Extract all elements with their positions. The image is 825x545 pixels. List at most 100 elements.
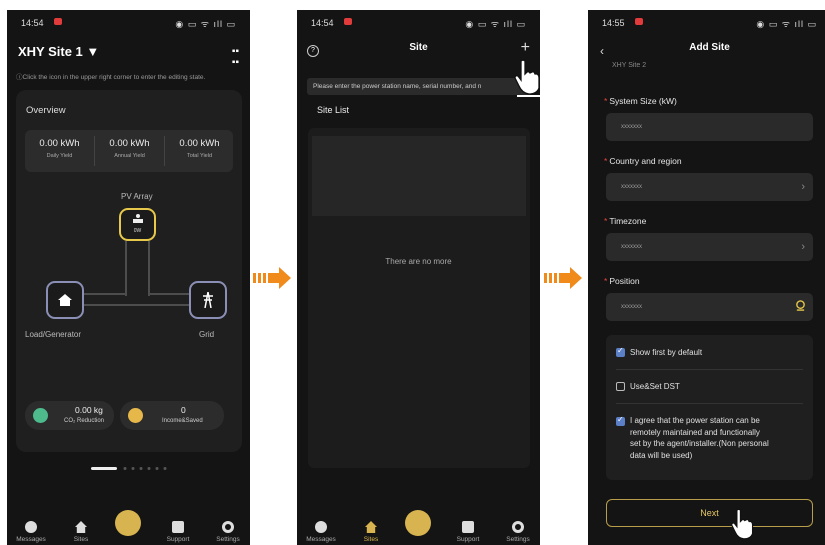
status-bar: 14:54 ◉ ▭ ᯤ ıll ▭: [297, 10, 540, 34]
page-title: Add Site: [689, 42, 730, 53]
empty-state-text: There are no more: [385, 257, 452, 266]
bottom-tab-bar: Messages Sites Support Settings: [7, 505, 250, 545]
edit-hint-text: Click the icon in the upper right corner…: [22, 74, 206, 81]
agree-checkbox[interactable]: [616, 415, 625, 426]
co2-value: 0.00 kg: [75, 405, 103, 415]
caret-down-icon: ▼: [86, 44, 100, 59]
status-time: 14:55: [602, 18, 625, 28]
tab-sites[interactable]: Sites: [350, 521, 392, 543]
annual-yield-value: 0.00 kWh: [109, 138, 150, 149]
edit-hint: ⓘClick the icon in the upper right corne…: [16, 71, 205, 81]
tap-hand-icon: [731, 508, 754, 540]
tab-messages-label: Messages: [16, 536, 46, 543]
daily-yield-value: 0.00 kWh: [39, 138, 80, 149]
page-indicator: [91, 458, 171, 470]
tab-sites[interactable]: Sites: [60, 521, 102, 543]
co2-reduction-card: 0.00 kg CO₂ Reduction: [25, 401, 114, 430]
recording-icon: [54, 18, 62, 25]
country-region-label: * Country and region: [604, 156, 682, 166]
tab-support[interactable]: Support: [447, 521, 489, 543]
position-field[interactable]: xxxxxxx: [606, 293, 813, 321]
agree-text: I agree that the power station can be re…: [630, 416, 769, 460]
system-size-value: xxxxxxx: [621, 124, 642, 130]
dst-checkbox[interactable]: [616, 382, 625, 391]
status-bar: 14:55 ◉ ▭ ᯤ ıll ▭: [588, 10, 825, 34]
phone-add-site-screen: 14:55 ◉ ▭ ᯤ ıll ▭ ‹ Add Site XHY Site 2 …: [588, 10, 825, 545]
recording-icon: [635, 18, 643, 25]
site-name-value: XHY Site 2: [612, 62, 647, 69]
status-time: 14:54: [311, 18, 334, 28]
power-tower-icon: [203, 292, 213, 308]
center-action-button[interactable]: [405, 510, 431, 536]
site-selector[interactable]: XHY Site 1 ▼: [18, 44, 99, 59]
chevron-right-icon: ›: [801, 241, 805, 253]
location-pin-icon[interactable]: [795, 300, 806, 311]
search-input[interactable]: Please enter the power station name, ser…: [307, 78, 533, 95]
load-generator-node[interactable]: [46, 281, 84, 319]
tab-settings[interactable]: Settings: [207, 521, 249, 543]
site-title: XHY Site 1: [18, 44, 83, 59]
tab-sites-label: Sites: [73, 536, 89, 543]
country-region-value: xxxxxxx: [621, 184, 642, 190]
load-generator-label: Load/Generator: [25, 330, 82, 339]
show-first-checkbox[interactable]: [616, 346, 625, 357]
status-icons: ◉ ▭ ᯤ ıll ▭: [175, 19, 236, 29]
recording-icon: [344, 18, 352, 25]
gear-icon: [222, 521, 234, 533]
show-first-label: Show first by default: [630, 348, 703, 357]
position-label: * Position: [604, 276, 640, 286]
pv-array-node[interactable]: 0W: [119, 208, 156, 241]
tab-settings-label: Settings: [216, 536, 240, 543]
country-region-field[interactable]: xxxxxxx ›: [606, 173, 813, 201]
support-icon: [172, 521, 184, 533]
co2-label: CO₂ Reduction: [64, 418, 105, 424]
add-site-button[interactable]: +: [521, 39, 530, 57]
site-list-heading: Site List: [317, 105, 350, 115]
chevron-right-icon: ›: [801, 181, 805, 193]
tab-messages[interactable]: Messages: [10, 521, 52, 543]
center-action-button[interactable]: [115, 510, 141, 536]
next-button[interactable]: Next: [606, 499, 813, 527]
phone-overview-screen: 14:54 ◉ ▭ ᯤ ıll ▭ XHY Site 1 ▼ ▪▪ ▪▪ ⓘCli…: [7, 10, 250, 545]
page-title: Site: [409, 42, 428, 53]
position-value: xxxxxxx: [621, 304, 642, 310]
status-bar: 14:54 ◉ ▭ ᯤ ıll ▭: [7, 10, 250, 34]
list-item[interactable]: [312, 136, 526, 216]
chat-icon: [25, 521, 37, 533]
site-list: [308, 128, 530, 468]
timezone-field[interactable]: xxxxxxx ›: [606, 233, 813, 261]
timezone-label: * Timezone: [604, 216, 647, 226]
system-size-label: * System Size (kW): [604, 96, 677, 106]
phone-site-list-screen: 14:54 ◉ ▭ ᯤ ıll ▭ ? Site + Please enter …: [297, 10, 540, 545]
overview-title: Overview: [26, 105, 66, 116]
annual-yield: 0.00 kWh Annual Yield: [95, 138, 164, 159]
tab-support-label: Support: [166, 536, 190, 543]
house-icon: [365, 521, 377, 533]
status-icons: ◉ ▭ ᯤ ıll ▭: [465, 19, 526, 29]
daily-yield-label: Daily Yield: [46, 153, 73, 159]
leaf-icon: [33, 408, 48, 423]
system-size-field[interactable]: xxxxxxx: [606, 113, 813, 141]
income-value: 0: [181, 405, 186, 415]
timezone-value: xxxxxxx: [621, 244, 642, 250]
options-panel: Show first by default Use&Set DST I agre…: [606, 335, 813, 480]
support-icon: [462, 521, 474, 533]
dst-label: Use&Set DST: [630, 382, 680, 391]
status-icons: ◉ ▭ ᯤ ıll ▭: [756, 19, 817, 29]
daily-yield: 0.00 kWh Daily Yield: [25, 138, 94, 159]
total-yield: 0.00 kWh Total Yield: [165, 138, 234, 159]
house-icon: [75, 521, 87, 533]
tab-support[interactable]: Support: [157, 521, 199, 543]
pv-power: 0W: [133, 228, 142, 234]
grid-node[interactable]: [189, 281, 227, 319]
step-arrow-icon: [544, 267, 582, 289]
total-yield-value: 0.00 kWh: [179, 138, 220, 149]
tab-settings-label: Settings: [506, 536, 530, 543]
grid-menu-icon[interactable]: ▪▪ ▪▪: [232, 46, 239, 68]
income-saved-card: 0 Income&Saved: [120, 401, 224, 430]
income-label: Income&Saved: [162, 418, 203, 424]
tab-messages[interactable]: Messages: [300, 521, 342, 543]
tab-settings[interactable]: Settings: [497, 521, 539, 543]
tab-sites-label: Sites: [363, 536, 379, 543]
pv-array-label: PV Array: [121, 192, 153, 201]
